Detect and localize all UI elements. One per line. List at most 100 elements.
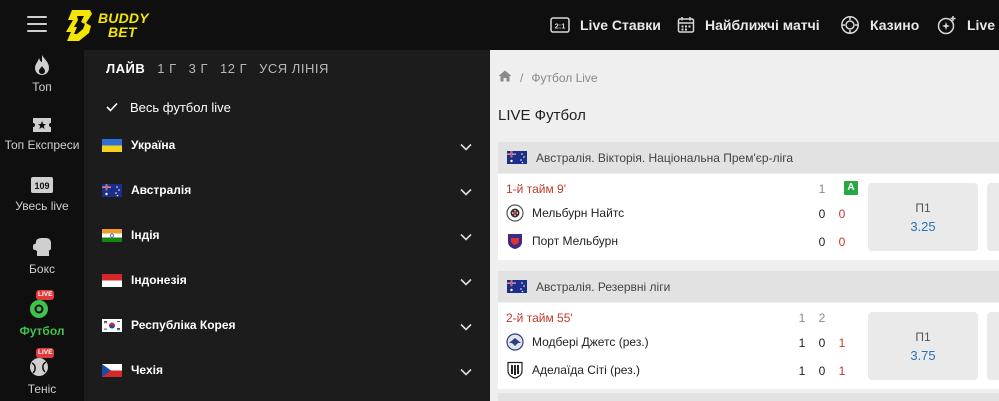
- team-period-score: 1: [798, 336, 806, 350]
- team-home[interactable]: Модбері Джетс (рез.): [506, 333, 649, 351]
- counter-icon: 109: [31, 177, 53, 195]
- match-row[interactable]: 2-й тайм 55' 1 2 Модбері Джетс (рез.) 1 …: [498, 303, 999, 389]
- check-icon: [106, 100, 118, 115]
- match-time: 1-й тайм 9': [506, 182, 566, 196]
- nav-label: Live: [967, 17, 996, 33]
- ticket-icon: [32, 116, 52, 134]
- chevron-down-icon[interactable]: [460, 320, 472, 334]
- czechia-flag-icon: [102, 363, 122, 377]
- live-badge: LIVE: [36, 290, 55, 300]
- team-away[interactable]: Аделаїда Сіті (рез.): [506, 361, 640, 379]
- team-period-score: 1: [798, 364, 806, 378]
- period-header: 1: [798, 311, 806, 325]
- sidebar-item-top-express[interactable]: Топ Експреси: [0, 116, 84, 152]
- nav-upcoming[interactable]: Найближчі матчі: [677, 0, 820, 50]
- team-away[interactable]: Порт Мельбурн: [506, 232, 618, 250]
- tab-12h[interactable]: 12 Г: [220, 61, 247, 76]
- team-period-score: 0: [818, 364, 826, 378]
- main-content: / Футбол Live LIVE Футбол Австралія. Вік…: [490, 50, 999, 401]
- league-header-next: [498, 393, 999, 401]
- india-flag-icon: [102, 228, 122, 242]
- top-header: BUDDY BET 2:1 Live Ставки Найближчі матч…: [0, 0, 999, 50]
- nav-casino[interactable]: Казино: [840, 0, 919, 50]
- odds-button-next[interactable]: [987, 312, 999, 380]
- team-total-score: 1: [838, 336, 846, 350]
- league-name: Австралія. Резервні ліги: [536, 279, 671, 294]
- calendar-icon: [677, 16, 695, 34]
- team-name: Модбері Джетс (рез.): [532, 335, 649, 349]
- all-football-live[interactable]: Весь футбол live: [106, 100, 231, 115]
- team-name: Мельбурн Найтс: [532, 206, 625, 220]
- team-home[interactable]: Мельбурн Найтс: [506, 204, 624, 222]
- league-header[interactable]: Австралія. Резервні ліги: [498, 271, 999, 302]
- odds-button[interactable]: П1 3.25: [868, 183, 978, 251]
- boxing-glove-icon: [31, 236, 53, 258]
- team-period-score: 0: [818, 336, 826, 350]
- team-emblem-icon: [506, 204, 524, 222]
- tab-1h[interactable]: 1 Г: [157, 61, 176, 76]
- live-badge: LIVE: [36, 348, 55, 358]
- nav-label: Казино: [870, 17, 920, 33]
- team-emblem-icon: [506, 361, 524, 379]
- odds-value: 3.75: [910, 348, 936, 363]
- flame-icon: [33, 54, 51, 76]
- nav-label: Найближчі матчі: [705, 17, 820, 33]
- chevron-down-icon[interactable]: [460, 230, 472, 244]
- team-name: Аделаїда Сіті (рез.): [532, 363, 641, 377]
- odds-label: П1: [915, 201, 931, 215]
- odds-button-next[interactable]: [987, 183, 999, 251]
- breadcrumb: / Футбол Live: [498, 70, 598, 85]
- match-time: 2-й тайм 55': [506, 311, 573, 325]
- sidebar-item-top[interactable]: Топ: [0, 54, 84, 94]
- tennis-ball-icon: LIVE: [30, 348, 55, 378]
- football-icon: LIVE: [30, 290, 55, 320]
- nav-live-casino[interactable]: Live: [937, 0, 995, 50]
- indonesia-flag-icon: [102, 273, 122, 287]
- match-row[interactable]: 1-й тайм 9' 1 A Мельбурн Найтс 0 0 Порт …: [498, 174, 999, 260]
- sidebar-item-football[interactable]: LIVE Футбол: [0, 290, 84, 338]
- logo-icon: [66, 10, 92, 41]
- country-item-indonesia[interactable]: Індонезія: [102, 266, 478, 294]
- nav-label: Live Ставки: [580, 17, 661, 33]
- chevron-down-icon[interactable]: [460, 365, 472, 379]
- odds-label: П1: [915, 330, 931, 344]
- menu-icon[interactable]: [27, 16, 47, 32]
- tab-3h[interactable]: 3 Г: [189, 61, 208, 76]
- sidebar-item-boxing[interactable]: Бокс: [0, 236, 84, 276]
- korea-flag-icon: [102, 318, 122, 332]
- status-badge: A: [844, 181, 858, 195]
- sidebar-item-tennis[interactable]: LIVE Теніс: [0, 348, 84, 396]
- league-name: Австралія. Вікторія. Національна Прем'єр…: [536, 150, 794, 165]
- live-score-icon: 2:1: [550, 17, 570, 33]
- odds-button[interactable]: П1 3.75: [868, 312, 978, 380]
- country-item-india[interactable]: Індія: [102, 221, 478, 249]
- logo[interactable]: BUDDY BET: [64, 7, 149, 43]
- team-emblem-icon: [506, 333, 524, 351]
- tab-all-line[interactable]: УСЯ ЛІНІЯ: [259, 61, 329, 76]
- nav-live-bets[interactable]: 2:1 Live Ставки: [550, 0, 661, 50]
- country-item-australia[interactable]: Австралія: [102, 176, 478, 204]
- live-casino-icon: [937, 15, 957, 35]
- team-total-score: 0: [838, 207, 846, 221]
- league-header[interactable]: Австралія. Вікторія. Національна Прем'єр…: [498, 142, 999, 173]
- chevron-down-icon[interactable]: [460, 185, 472, 199]
- tab-live[interactable]: ЛАЙВ: [106, 61, 145, 76]
- svg-text:109: 109: [34, 181, 49, 191]
- breadcrumb-current[interactable]: Футбол Live: [531, 71, 597, 85]
- home-icon[interactable]: [498, 70, 512, 85]
- chevron-down-icon[interactable]: [460, 140, 472, 154]
- chevron-down-icon[interactable]: [460, 275, 472, 289]
- ukraine-flag-icon: [102, 138, 122, 152]
- team-total-score: 0: [838, 235, 846, 249]
- country-item-czechia[interactable]: Чехія: [102, 356, 478, 384]
- country-item-korea[interactable]: Республіка Корея: [102, 311, 478, 339]
- period-header: 1: [818, 182, 826, 196]
- sidebar-item-all-live[interactable]: 109 Увесь live: [0, 177, 84, 213]
- logo-text: BUDDY BET: [98, 10, 149, 40]
- sport-sidebar: Топ Топ Експреси 109 Увесь live Бокс LIV…: [0, 50, 84, 401]
- country-item-ukraine[interactable]: Україна: [102, 131, 478, 159]
- odds-value: 3.25: [910, 219, 936, 234]
- team-total-score: 1: [838, 364, 846, 378]
- period-header: 2: [818, 311, 826, 325]
- page-title: LIVE Футбол: [498, 107, 586, 124]
